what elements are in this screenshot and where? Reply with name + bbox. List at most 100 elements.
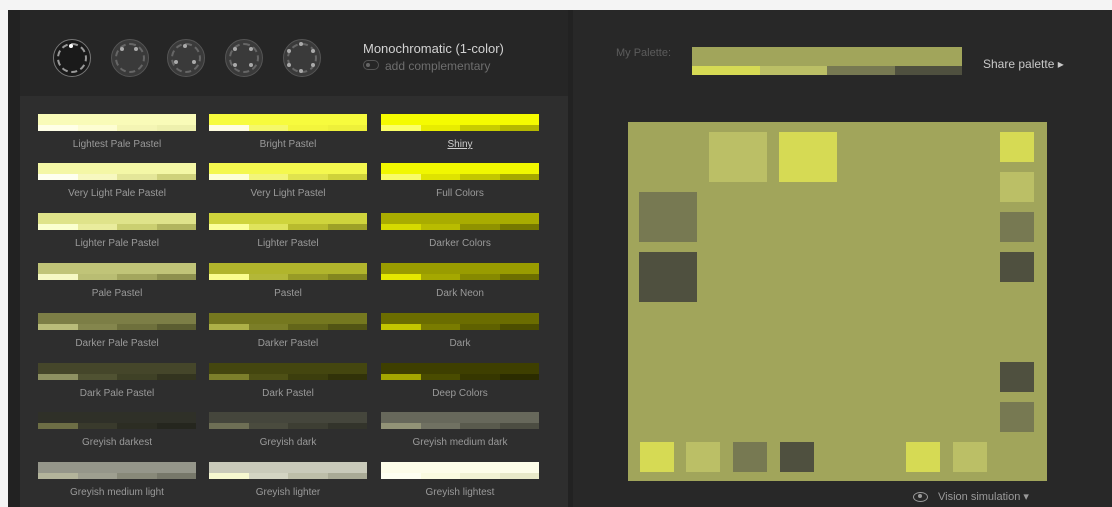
preset-shade (38, 125, 78, 131)
preset-shade (420, 423, 460, 429)
preset-pale-pastel[interactable]: Pale Pastel (38, 263, 196, 299)
preview-swatch (780, 442, 814, 472)
complementary-label[interactable]: add complementary (385, 59, 490, 73)
scheme-title: Monochromatic (1-color) (363, 41, 504, 56)
preset-main-swatch (209, 462, 367, 473)
preset-label: Lighter Pale Pastel (75, 238, 159, 249)
preset-shade (209, 374, 249, 380)
preset-dark-neon[interactable]: Dark Neon (381, 263, 539, 299)
preset-shade-strip (381, 174, 539, 180)
mode-icon-dot (120, 47, 124, 51)
preset-shade (381, 174, 421, 180)
preset-label: Greyish dark (259, 437, 317, 448)
preset-shade (77, 423, 117, 429)
preset-shade-strip (381, 374, 539, 380)
preview-swatch (953, 442, 987, 472)
preset-shade (288, 473, 328, 479)
preset-deep-colors[interactable]: Deep Colors (381, 363, 539, 399)
preset-dark-pastel[interactable]: Dark Pastel (209, 363, 367, 399)
preset-greyish-medium-dark[interactable]: Greyish medium dark (381, 412, 539, 448)
preset-shade (156, 224, 196, 230)
preset-shade-strip (209, 423, 367, 429)
preset-darker-pale-pastel[interactable]: Darker Pale Pastel (38, 313, 196, 349)
preset-lightest-pale-pastel[interactable]: Lightest Pale Pastel (38, 114, 196, 150)
preset-shade (460, 473, 500, 479)
my-palette-bar[interactable] (692, 47, 962, 75)
preset-shade (38, 473, 78, 479)
preset-darker-pastel[interactable]: Darker Pastel (209, 313, 367, 349)
preset-shade (288, 374, 328, 380)
preset-shade (248, 224, 288, 230)
preset-main-swatch (381, 213, 539, 224)
preset-lighter-pale-pastel[interactable]: Lighter Pale Pastel (38, 213, 196, 249)
preset-shade (209, 224, 249, 230)
preset-shade-strip (209, 125, 367, 131)
preset-label: Bright Pastel (259, 139, 317, 150)
preset-label: Greyish lighter (255, 487, 321, 498)
preset-lighter-pastel[interactable]: Lighter Pastel (209, 213, 367, 249)
triad-mode-icon[interactable] (167, 39, 205, 77)
preset-main-swatch (38, 213, 196, 224)
preview-swatch (709, 132, 767, 182)
preset-main-swatch (381, 313, 539, 324)
preset-shade (77, 174, 117, 180)
freestyle-mode-icon[interactable] (283, 39, 321, 77)
preset-greyish-dark[interactable]: Greyish dark (209, 412, 367, 448)
preset-greyish-lighter[interactable]: Greyish lighter (209, 462, 367, 498)
preset-shade-strip (38, 324, 196, 330)
preset-shade (248, 125, 288, 131)
preset-shade (327, 224, 367, 230)
preset-shade (420, 125, 460, 131)
preset-shade (499, 224, 539, 230)
adjacent-mode-icon[interactable] (111, 39, 149, 77)
app-window: Monochromatic (1-color) add complementar… (8, 10, 1112, 507)
preview-swatch (686, 442, 720, 472)
preset-main-swatch (381, 114, 539, 125)
my-palette-strip (692, 66, 962, 75)
preset-bright-pastel[interactable]: Bright Pastel (209, 114, 367, 150)
vision-simulation-button[interactable]: Vision simulation ▾ (913, 490, 1029, 503)
preset-shade (38, 174, 78, 180)
preset-shade-strip (38, 423, 196, 429)
preset-shade (288, 423, 328, 429)
preset-shade (499, 174, 539, 180)
preset-greyish-darkest[interactable]: Greyish darkest (38, 412, 196, 448)
preset-full-colors[interactable]: Full Colors (381, 163, 539, 199)
preset-darker-colors[interactable]: Darker Colors (381, 213, 539, 249)
preset-pastel[interactable]: Pastel (209, 263, 367, 299)
preset-shiny[interactable]: Shiny (381, 114, 539, 150)
preset-shade (117, 473, 157, 479)
preset-shade (499, 274, 539, 280)
preset-label: Pastel (274, 288, 302, 299)
preset-shade (420, 374, 460, 380)
preset-shade (77, 324, 117, 330)
preset-shade (117, 224, 157, 230)
preview-swatch (639, 192, 697, 242)
preset-main-swatch (38, 313, 196, 324)
preset-shade (327, 473, 367, 479)
preset-shade (460, 174, 500, 180)
my-palette-shade (759, 66, 827, 75)
preset-shade (156, 473, 196, 479)
preset-main-swatch (38, 163, 196, 174)
preset-label: Greyish lightest (425, 487, 495, 498)
share-palette-button[interactable]: Share palette ▸ (983, 57, 1064, 71)
preset-shade (248, 274, 288, 280)
preset-very-light-pastel[interactable]: Very Light Pastel (209, 163, 367, 199)
preset-shade (288, 274, 328, 280)
preset-very-light-pale-pastel[interactable]: Very Light Pale Pastel (38, 163, 196, 199)
complementary-toggle[interactable] (363, 60, 379, 70)
preset-greyish-lightest[interactable]: Greyish lightest (381, 462, 539, 498)
preset-dark-pale-pastel[interactable]: Dark Pale Pastel (38, 363, 196, 399)
mono-mode-icon[interactable] (53, 39, 91, 77)
preset-dark[interactable]: Dark (381, 313, 539, 349)
preset-main-swatch (209, 114, 367, 125)
preset-label: Deep Colors (432, 388, 488, 399)
preset-greyish-medium-light[interactable]: Greyish medium light (38, 462, 196, 498)
preset-shade (327, 274, 367, 280)
tetrad-mode-icon[interactable] (225, 39, 263, 77)
preset-label: Greyish medium light (70, 487, 164, 498)
preset-shade (248, 174, 288, 180)
preset-shade (381, 473, 421, 479)
mode-icon-dot (233, 63, 237, 67)
